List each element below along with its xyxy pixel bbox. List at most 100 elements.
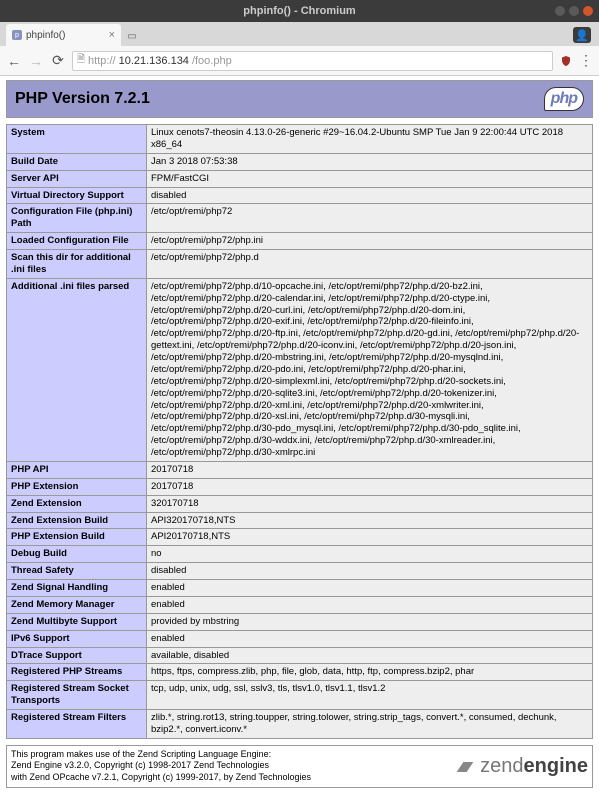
config-key: Registered Stream Socket Transports (7, 681, 147, 710)
zend-logo-bold: engine (524, 755, 588, 777)
config-value: disabled (147, 187, 593, 204)
config-key: Registered Stream Filters (7, 710, 147, 739)
zend-logo-light: zend (480, 755, 523, 777)
config-value: 20170718 (147, 461, 593, 478)
config-value: https, ftps, compress.zlib, php, file, g… (147, 664, 593, 681)
ublock-icon[interactable] (559, 54, 573, 68)
footer-line: Zend Engine v3.2.0, Copyright (c) 1998-2… (11, 760, 311, 772)
config-key: Thread Safety (7, 563, 147, 580)
config-key: DTrace Support (7, 647, 147, 664)
table-row: Zend Memory Managerenabled (7, 596, 593, 613)
page-title: PHP Version 7.2.1 (15, 90, 150, 108)
window-controls (555, 6, 593, 16)
url-path: /foo.php (192, 55, 232, 67)
table-row: Scan this dir for additional .ini files/… (7, 250, 593, 279)
table-row: Thread Safetydisabled (7, 563, 593, 580)
table-row: Zend Extension BuildAPI320170718,NTS (7, 512, 593, 529)
table-row: Loaded Configuration File/etc/opt/remi/p… (7, 233, 593, 250)
config-value: Linux cenots7-theosin 4.13.0-26-generic … (147, 125, 593, 154)
url-prefix: http:// (88, 55, 116, 67)
php-logo: php (544, 87, 584, 111)
table-row: DTrace Supportavailable, disabled (7, 647, 593, 664)
config-value: 20170718 (147, 478, 593, 495)
config-value: enabled (147, 596, 593, 613)
page-content: PHP Version 7.2.1 php SystemLinux cenots… (0, 76, 599, 798)
back-button[interactable]: ← (6, 53, 22, 69)
close-icon[interactable] (583, 6, 593, 16)
new-tab-button[interactable]: ▭ (125, 29, 139, 43)
url-host: 10.21.136.134 (119, 55, 189, 67)
config-value: provided by mbstring (147, 613, 593, 630)
config-key: Zend Extension (7, 495, 147, 512)
phpinfo-table: SystemLinux cenots7-theosin 4.13.0-26-ge… (6, 124, 593, 739)
config-key: Configuration File (php.ini) Path (7, 204, 147, 233)
config-key: Debug Build (7, 546, 147, 563)
config-key: Zend Signal Handling (7, 580, 147, 597)
config-value: /etc/opt/remi/php72/php.d/10-opcache.ini… (147, 278, 593, 461)
config-value: disabled (147, 563, 593, 580)
config-value: /etc/opt/remi/php72/php.d (147, 250, 593, 279)
config-value: Jan 3 2018 07:53:38 (147, 153, 593, 170)
table-row: Registered PHP Streamshttps, ftps, compr… (7, 664, 593, 681)
config-value: tcp, udp, unix, udg, ssl, sslv3, tls, tl… (147, 681, 593, 710)
table-row: SystemLinux cenots7-theosin 4.13.0-26-ge… (7, 125, 593, 154)
footer-line: This program makes use of the Zend Scrip… (11, 749, 311, 761)
table-row: Debug Buildno (7, 546, 593, 563)
table-row: Configuration File (php.ini) Path/etc/op… (7, 204, 593, 233)
footer-line: with Zend OPcache v7.2.1, Copyright (c) … (11, 772, 311, 784)
tab-close-icon[interactable]: × (109, 29, 115, 41)
config-key: Additional .ini files parsed (7, 278, 147, 461)
reload-button[interactable]: ⟳ (50, 52, 66, 69)
config-value: API20170718,NTS (147, 529, 593, 546)
favicon-icon: p (12, 30, 22, 40)
config-value: enabled (147, 580, 593, 597)
table-row: Zend Multibyte Supportprovided by mbstri… (7, 613, 593, 630)
table-row: Additional .ini files parsed/etc/opt/rem… (7, 278, 593, 461)
zend-footer-text: This program makes use of the Zend Scrip… (11, 749, 311, 784)
config-value: 320170718 (147, 495, 593, 512)
config-key: Server API (7, 170, 147, 187)
config-key: PHP Extension Build (7, 529, 147, 546)
config-value: API320170718,NTS (147, 512, 593, 529)
php-version-header: PHP Version 7.2.1 php (6, 80, 593, 118)
table-row: Zend Extension320170718 (7, 495, 593, 512)
maximize-icon[interactable] (569, 6, 579, 16)
page-icon: 🗎 (77, 52, 85, 69)
config-value: no (147, 546, 593, 563)
table-row: PHP Extension BuildAPI20170718,NTS (7, 529, 593, 546)
menu-icon[interactable]: ⋮ (579, 52, 593, 69)
table-row: Virtual Directory Supportdisabled (7, 187, 593, 204)
config-key: Zend Memory Manager (7, 596, 147, 613)
config-key: Scan this dir for additional .ini files (7, 250, 147, 279)
config-value: available, disabled (147, 647, 593, 664)
window-titlebar: phpinfo() - Chromium (0, 0, 599, 22)
address-bar[interactable]: 🗎 http://10.21.136.134/foo.php (72, 51, 553, 71)
config-key: Virtual Directory Support (7, 187, 147, 204)
config-value: zlib.*, string.rot13, string.toupper, st… (147, 710, 593, 739)
forward-button[interactable]: → (28, 53, 44, 69)
tab-strip: p phpinfo() × ▭ 👤 (0, 22, 599, 46)
incognito-icon[interactable]: 👤 (573, 27, 591, 43)
table-row: Build DateJan 3 2018 07:53:38 (7, 153, 593, 170)
config-value: /etc/opt/remi/php72 (147, 204, 593, 233)
config-key: Registered PHP Streams (7, 664, 147, 681)
table-row: Zend Signal Handlingenabled (7, 580, 593, 597)
table-row: PHP Extension20170718 (7, 478, 593, 495)
browser-toolbar: ← → ⟳ 🗎 http://10.21.136.134/foo.php ⋮ (0, 46, 599, 76)
config-key: PHP Extension (7, 478, 147, 495)
config-key: Zend Multibyte Support (7, 613, 147, 630)
config-key: System (7, 125, 147, 154)
config-value: FPM/FastCGI (147, 170, 593, 187)
zend-footer: This program makes use of the Zend Scrip… (6, 745, 593, 788)
config-key: Build Date (7, 153, 147, 170)
config-key: PHP API (7, 461, 147, 478)
table-row: PHP API20170718 (7, 461, 593, 478)
minimize-icon[interactable] (555, 6, 565, 16)
tab-title: phpinfo() (26, 30, 65, 41)
config-key: Zend Extension Build (7, 512, 147, 529)
browser-tab[interactable]: p phpinfo() × (6, 24, 121, 46)
table-row: Registered Stream Filterszlib.*, string.… (7, 710, 593, 739)
window-title: phpinfo() - Chromium (243, 5, 355, 17)
table-row: Server APIFPM/FastCGI (7, 170, 593, 187)
config-value: /etc/opt/remi/php72/php.ini (147, 233, 593, 250)
